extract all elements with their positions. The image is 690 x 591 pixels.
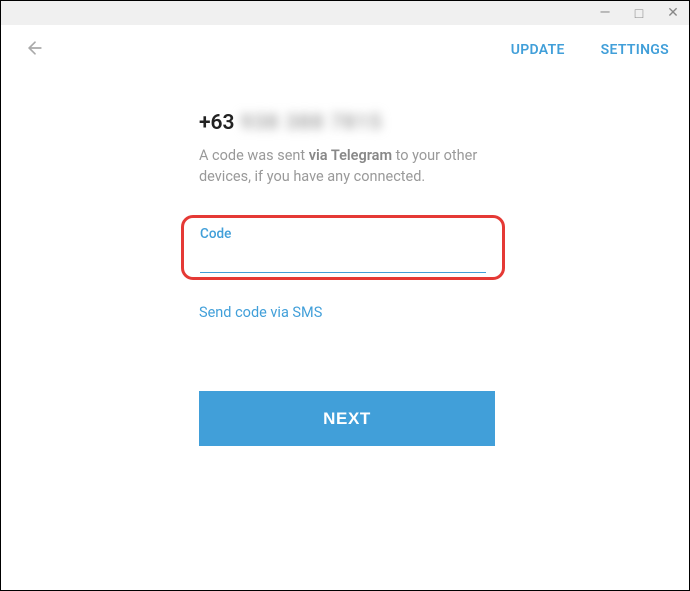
minimize-icon[interactable]: — <box>595 5 615 21</box>
settings-button[interactable]: SETTINGS <box>601 42 669 58</box>
next-button[interactable]: NEXT <box>199 391 495 446</box>
desc-text-1: A code was sent <box>199 147 309 164</box>
send-sms-link[interactable]: Send code via SMS <box>199 304 322 321</box>
phone-number: +63 938 388 7815 <box>199 111 690 135</box>
app-header: UPDATE SETTINGS <box>1 25 689 75</box>
close-icon[interactable]: ✕ <box>663 5 683 21</box>
back-arrow-icon[interactable] <box>21 34 49 67</box>
header-actions: UPDATE SETTINGS <box>511 42 669 58</box>
main-content: +63 938 388 7815 A code was sent via Tel… <box>1 75 690 446</box>
update-button[interactable]: UPDATE <box>511 42 565 58</box>
window-titlebar: — □ ✕ <box>1 1 689 25</box>
code-sent-description: A code was sent via Telegram to your oth… <box>199 145 499 187</box>
maximize-icon[interactable]: □ <box>629 5 649 22</box>
phone-blurred: 938 388 7815 <box>241 111 383 135</box>
code-field-highlight: Code <box>181 215 505 280</box>
desc-bold: via Telegram <box>309 147 392 164</box>
code-label: Code <box>200 226 486 242</box>
phone-prefix: +63 <box>199 111 235 135</box>
code-input[interactable] <box>200 242 486 273</box>
